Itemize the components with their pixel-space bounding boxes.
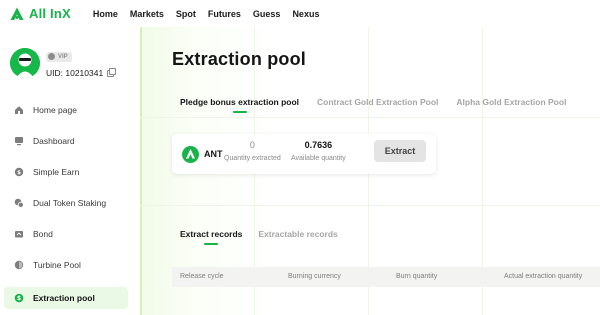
grid-line xyxy=(140,205,600,206)
ant-token-icon xyxy=(182,146,199,163)
nav-links: Home Markets Spot Futures Guess Nexus xyxy=(81,9,320,19)
nav-link-markets[interactable]: Markets xyxy=(130,9,164,19)
nav-link-home[interactable]: Home xyxy=(93,9,118,19)
column-header-actual-extraction-quantity: Actual extraction quantity xyxy=(504,273,583,280)
home-icon xyxy=(14,105,24,115)
page-title: Extraction pool xyxy=(172,49,307,69)
tab-alpha-gold-extraction-pool[interactable]: Alpha Gold Extraction Pool xyxy=(456,97,566,107)
sidebar-item-home-page[interactable]: Home page xyxy=(4,99,128,121)
sidebar-item-turbine-pool[interactable]: Turbine Pool xyxy=(4,254,128,276)
pool-tabs: Pledge bonus extraction pool Contract Go… xyxy=(180,97,584,113)
sidebar-item-simple-earn[interactable]: $ Simple Earn xyxy=(4,161,128,183)
avatar[interactable] xyxy=(10,47,40,78)
dashboard-icon xyxy=(14,136,24,146)
records-table-header: Release cycle Burning currency Burn quan… xyxy=(172,267,600,287)
nav-link-nexus[interactable]: Nexus xyxy=(292,9,319,19)
turbine-icon xyxy=(14,260,24,270)
svg-text:$: $ xyxy=(17,295,21,302)
nav-link-futures[interactable]: Futures xyxy=(208,9,241,19)
user-info: VIP UID: 10210341 xyxy=(46,47,117,78)
column-header-burning-currency: Burning currency xyxy=(288,273,341,280)
nav-link-spot[interactable]: Spot xyxy=(176,9,196,19)
vip-icon xyxy=(48,53,55,60)
extraction-icon: $ xyxy=(14,293,24,303)
avatar-icon xyxy=(10,47,40,78)
sidebar-item-extraction-pool[interactable]: $ Extraction pool xyxy=(4,287,128,309)
column-header-burn-quantity: Burn quantity xyxy=(396,273,438,280)
grid-line xyxy=(140,117,600,118)
vip-label: VIP xyxy=(58,53,68,60)
divider xyxy=(140,27,142,315)
dual-token-icon xyxy=(14,198,24,208)
user-uid: UID: 10210341 xyxy=(46,68,104,78)
brand-name: All InX xyxy=(29,6,71,21)
quantity-extracted-label: Quantity extracted xyxy=(224,155,281,162)
nav-link-guess[interactable]: Guess xyxy=(253,9,281,19)
available-quantity: 0.7636 Available quantity xyxy=(291,140,346,162)
sidebar: VIP UID: 10210341 Home page Dashboard $ xyxy=(0,27,140,315)
bond-icon xyxy=(14,229,24,239)
copy-icon[interactable] xyxy=(107,67,117,77)
available-quantity-value: 0.7636 xyxy=(304,140,333,150)
quantity-extracted: 0 Quantity extracted xyxy=(224,140,281,162)
vip-badge: VIP xyxy=(46,51,72,62)
main-content: Extraction pool Pledge bonus extraction … xyxy=(140,27,600,315)
column-header-release-cycle: Release cycle xyxy=(180,273,224,280)
token-symbol: ANT xyxy=(204,149,223,159)
sidebar-item-label: Turbine Pool xyxy=(33,260,81,270)
uid-row: UID: 10210341 xyxy=(46,67,117,78)
svg-text:$: $ xyxy=(17,170,21,176)
tab-pledge-bonus-extraction-pool[interactable]: Pledge bonus extraction pool xyxy=(180,97,299,113)
sidebar-item-label: Home page xyxy=(33,105,77,115)
brand-logo[interactable]: All InX xyxy=(10,6,71,21)
brand-logo-icon xyxy=(10,7,24,20)
extraction-card: ANT 0 Quantity extracted 0.7636 Availabl… xyxy=(172,134,436,174)
sidebar-item-bond[interactable]: Bond xyxy=(4,223,128,245)
tab-extract-records[interactable]: Extract records xyxy=(180,229,242,245)
user-profile: VIP UID: 10210341 xyxy=(10,47,117,78)
sidebar-item-label: Extraction pool xyxy=(33,293,95,303)
sidebar-item-label: Dual Token Staking xyxy=(33,198,107,208)
coin-icon: $ xyxy=(14,167,24,177)
sidebar-item-label: Dashboard xyxy=(33,136,75,146)
sidebar-item-dual-token-staking[interactable]: Dual Token Staking xyxy=(4,192,128,214)
sidebar-item-label: Simple Earn xyxy=(33,167,80,177)
sidebar-item-dashboard[interactable]: Dashboard xyxy=(4,130,128,152)
available-quantity-label: Available quantity xyxy=(291,155,346,162)
records-tabs: Extract records Extractable records xyxy=(180,229,354,245)
extract-button[interactable]: Extract xyxy=(374,140,426,162)
sidebar-item-label: Bond xyxy=(33,229,53,239)
tab-contract-gold-extraction-pool[interactable]: Contract Gold Extraction Pool xyxy=(317,97,438,107)
quantity-extracted-value: 0 xyxy=(249,140,255,150)
top-navbar: All InX Home Markets Spot Futures Guess … xyxy=(0,0,600,27)
tab-extractable-records[interactable]: Extractable records xyxy=(258,229,337,239)
